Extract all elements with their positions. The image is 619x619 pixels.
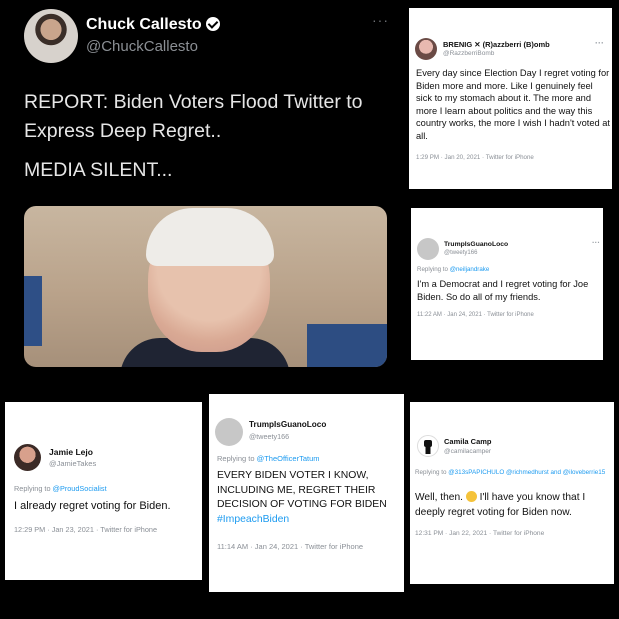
author-name[interactable]: TrumpIsGuanoLoco bbox=[444, 241, 508, 248]
tweet-card-jamie[interactable]: Jamie Lejo @JamieTakes Replying to @Prou… bbox=[5, 402, 202, 580]
tweet-meta[interactable]: 11:22 AM · Jan 24, 2021 · Twitter for iP… bbox=[417, 312, 534, 318]
more-options-icon[interactable]: ··· bbox=[592, 238, 600, 247]
raised-fist-icon-graphic bbox=[424, 440, 432, 454]
reply-to-link[interactable]: @neiljandrake bbox=[450, 266, 490, 273]
reply-context: Replying to @TheOfficerTatum bbox=[217, 454, 320, 463]
author-name[interactable]: Chuck Callesto bbox=[86, 16, 202, 33]
avatar[interactable] bbox=[415, 38, 437, 60]
tweet-meta[interactable]: 12:31 PM · Jan 22, 2021 · Twitter for iP… bbox=[415, 530, 544, 537]
reply-prefix: Replying to bbox=[415, 469, 449, 476]
author-name-row[interactable]: Chuck Callesto bbox=[86, 16, 220, 34]
tweet-text: I already regret voting for Biden. bbox=[14, 500, 171, 512]
more-options-icon[interactable]: ··· bbox=[595, 38, 604, 48]
unamused-face-emoji-icon bbox=[465, 491, 477, 502]
avatar[interactable] bbox=[215, 418, 243, 446]
reply-to-link[interactable]: @ProudSocialist bbox=[53, 484, 107, 493]
author-handle[interactable]: @ChuckCallesto bbox=[86, 38, 198, 55]
author-handle[interactable]: @camilacamper bbox=[444, 448, 491, 455]
author-avatar[interactable] bbox=[24, 9, 78, 63]
tweet-card-tgl1[interactable]: TrumpIsGuanoLoco @tweety166 ··· Replying… bbox=[411, 208, 603, 360]
author-name[interactable]: TrumpIsGuanoLoco bbox=[249, 420, 326, 429]
more-options-icon[interactable]: ··· bbox=[372, 12, 389, 28]
tweet-text-body: EVERY BIDEN VOTER I KNOW, INCLUDING ME, … bbox=[217, 470, 387, 511]
reply-to-links[interactable]: @313sPAPICHULO @richmedhurst and @iloveb… bbox=[448, 469, 605, 476]
reply-context: Replying to @neiljandrake bbox=[417, 266, 489, 273]
tweet-text: Every day since Election Day I regret vo… bbox=[416, 68, 610, 141]
reply-prefix: Replying to bbox=[14, 484, 53, 493]
photo-background-panel bbox=[24, 276, 42, 346]
tweet-text-start: Well, then. bbox=[415, 492, 466, 503]
verified-badge-icon bbox=[205, 17, 220, 31]
reply-context: Replying to @ProudSocialist bbox=[14, 484, 107, 493]
author-name[interactable]: Jamie Lejo bbox=[49, 447, 93, 457]
author-handle[interactable]: @RazzberriBomb bbox=[443, 50, 494, 57]
avatar[interactable] bbox=[417, 238, 439, 260]
reply-to-link[interactable]: @TheOfficerTatum bbox=[257, 454, 320, 463]
author-handle[interactable]: @tweety166 bbox=[444, 250, 477, 256]
tweet-text: REPORT: Biden Voters Flood Twitter to Ex… bbox=[24, 88, 394, 185]
tweet-text: I'm a Democrat and I regret voting for J… bbox=[417, 279, 589, 302]
tweet-photo[interactable] bbox=[24, 206, 387, 367]
tweet-subline: MEDIA SILENT... bbox=[24, 159, 173, 181]
author-name[interactable]: BRENIG ✕ (R)azzberri (B)omb bbox=[443, 40, 550, 49]
author-handle[interactable]: @JamieTakes bbox=[49, 459, 96, 468]
tweet-meta[interactable]: 12:29 PM · Jan 23, 2021 · Twitter for iP… bbox=[14, 525, 157, 534]
author-name[interactable]: Camila Camp bbox=[444, 437, 492, 446]
avatar[interactable] bbox=[14, 444, 41, 471]
tweet-meta[interactable]: 11:14 AM · Jan 24, 2021 · Twitter for iP… bbox=[217, 542, 363, 551]
raised-fist-icon[interactable] bbox=[417, 435, 439, 457]
tweet-card-brenig[interactable]: BRENIG ✕ (R)azzberri (B)omb @RazzberriBo… bbox=[409, 8, 612, 189]
tweet-card-camila[interactable]: Camila Camp @camilacamper Replying to @3… bbox=[410, 402, 614, 584]
tweet-text: Well, then. I'll have you know that I de… bbox=[415, 491, 613, 520]
tweet-text: EVERY BIDEN VOTER I KNOW, INCLUDING ME, … bbox=[217, 469, 409, 527]
tweet-headline: REPORT: Biden Voters Flood Twitter to Ex… bbox=[24, 91, 363, 142]
reply-prefix: Replying to bbox=[417, 266, 450, 273]
main-tweet: Chuck Callesto @ChuckCallesto ··· REPORT… bbox=[0, 0, 402, 390]
author-handle[interactable]: @tweety166 bbox=[249, 432, 289, 441]
photo-sign bbox=[307, 324, 387, 367]
tweet-meta[interactable]: 1:29 PM · Jan 20, 2021 · Twitter for iPh… bbox=[416, 154, 534, 161]
hashtag-link[interactable]: #ImpeachBiden bbox=[217, 514, 289, 525]
tweet-card-tgl2[interactable]: TrumpIsGuanoLoco @tweety166 Replying to … bbox=[209, 394, 404, 592]
reply-prefix: Replying to bbox=[217, 454, 257, 463]
reply-context: Replying to @313sPAPICHULO @richmedhurst… bbox=[415, 468, 611, 478]
photo-hair bbox=[146, 208, 274, 266]
